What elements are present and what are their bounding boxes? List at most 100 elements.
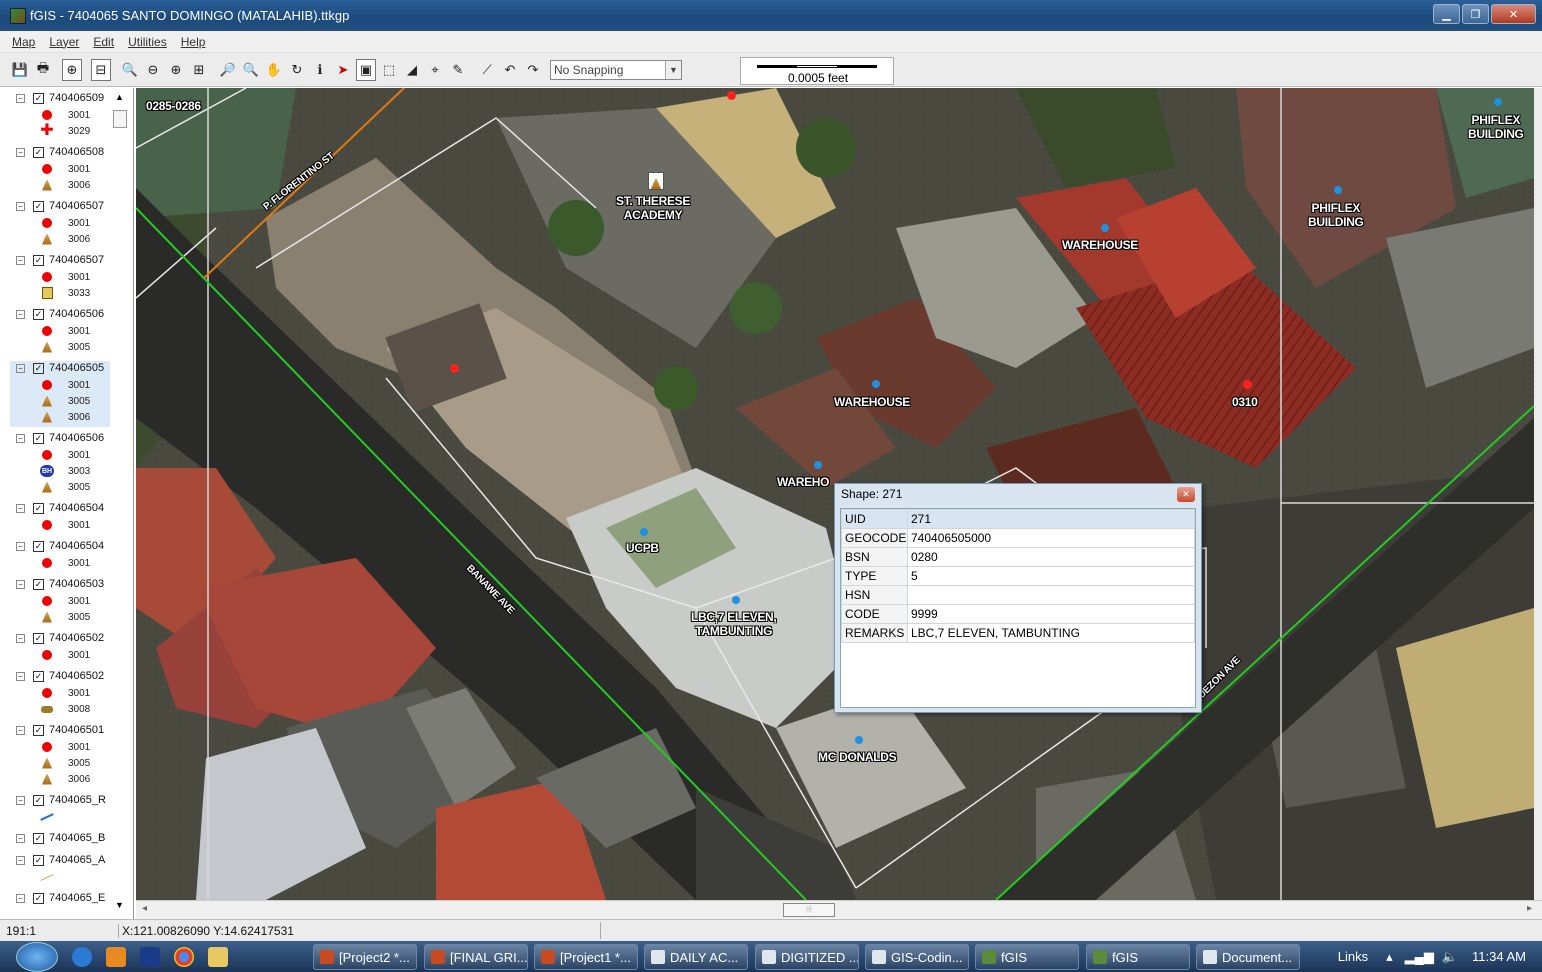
layer-visibility-checkbox[interactable]: ✓ bbox=[33, 146, 44, 158]
taskbar-button[interactable]: [Project1 *... bbox=[534, 944, 638, 970]
close-button[interactable]: ✕ bbox=[1491, 4, 1536, 24]
building-point[interactable] bbox=[814, 461, 822, 469]
scroll-left-icon[interactable]: ◂ bbox=[142, 903, 147, 914]
building-point[interactable] bbox=[1334, 186, 1342, 194]
collapse-icon[interactable]: − bbox=[16, 579, 25, 589]
attribute-row[interactable]: HSN bbox=[841, 585, 1195, 605]
erase-icon[interactable]: ◢ bbox=[402, 59, 422, 81]
chevron-up-icon[interactable]: ▴ bbox=[1386, 949, 1393, 965]
start-button[interactable] bbox=[16, 941, 58, 972]
layer-visibility-checkbox[interactable]: ✓ bbox=[33, 670, 44, 682]
collapse-icon[interactable]: − bbox=[16, 795, 25, 805]
collapse-icon[interactable]: − bbox=[16, 833, 25, 843]
layer-visibility-checkbox[interactable]: ✓ bbox=[33, 578, 44, 590]
chevron-down-icon[interactable]: ▼ bbox=[665, 60, 681, 79]
legend-layer[interactable]: − ✓ 740406505 bbox=[16, 362, 104, 374]
edit-vertex-icon[interactable]: ⌖ bbox=[425, 59, 445, 81]
zoom-tool-icon[interactable]: 🔎 bbox=[218, 59, 238, 81]
taskbar-button[interactable]: fGIS bbox=[1086, 944, 1190, 970]
legend-layer[interactable]: − ✓ 7404065_A bbox=[16, 854, 105, 866]
undo-icon[interactable]: ↶ bbox=[500, 59, 520, 81]
collapse-icon[interactable]: − bbox=[16, 541, 25, 551]
parcel-point[interactable] bbox=[1243, 380, 1252, 389]
legend-layer[interactable]: − ✓ 7404065_B bbox=[16, 832, 105, 844]
ie-icon[interactable] bbox=[72, 946, 92, 967]
legend-layer[interactable]: − ✓ 740406507 bbox=[16, 200, 104, 212]
identify-icon[interactable]: ℹ bbox=[310, 59, 330, 81]
pan-hand-icon[interactable]: ✋ bbox=[264, 59, 284, 81]
attribute-value[interactable]: 740406505000 bbox=[907, 528, 1195, 548]
links-toolbar[interactable]: Links bbox=[1338, 949, 1368, 964]
scroll-right-icon[interactable]: ▸ bbox=[1527, 903, 1532, 914]
taskbar-button[interactable]: DAILY AC... bbox=[644, 944, 748, 970]
scroll-thumb[interactable]: ⦙⦙⦙ bbox=[783, 903, 835, 917]
legend-layer[interactable]: − ✓ 7404065_E bbox=[16, 892, 105, 904]
legend-layer[interactable]: − ✓ 740406503 bbox=[16, 578, 104, 590]
layer-visibility-checkbox[interactable]: ✓ bbox=[33, 854, 44, 866]
zoom-window-icon[interactable]: 🔍 bbox=[241, 59, 261, 81]
attribute-row[interactable]: UID 271 bbox=[841, 509, 1195, 529]
zoom-extent-icon[interactable]: ⊞ bbox=[189, 59, 209, 81]
layer-visibility-checkbox[interactable]: ✓ bbox=[33, 632, 44, 644]
remove-layer-icon[interactable]: ⊟ bbox=[91, 58, 111, 81]
minimize-button[interactable]: ▁ bbox=[1433, 4, 1460, 24]
layer-visibility-checkbox[interactable]: ✓ bbox=[33, 254, 44, 266]
measure-icon[interactable]: ⟋ bbox=[477, 59, 497, 81]
collapse-icon[interactable]: − bbox=[16, 893, 25, 903]
popup-close-button[interactable]: ✕ bbox=[1177, 487, 1195, 502]
attribute-value[interactable] bbox=[907, 585, 1195, 605]
save-icon[interactable]: 💾 bbox=[10, 59, 30, 81]
map-horizontal-scrollbar[interactable]: ◂ ⦙⦙⦙ ▸ bbox=[136, 900, 1542, 919]
add-layer-icon[interactable]: ⊕ bbox=[62, 58, 82, 81]
legend-layer[interactable]: − ✓ 740406508 bbox=[16, 146, 104, 158]
collapse-icon[interactable]: − bbox=[16, 855, 25, 865]
collapse-icon[interactable]: − bbox=[16, 147, 25, 157]
legend-layer[interactable]: − ✓ 740406501 bbox=[16, 724, 104, 736]
zoom-in-icon[interactable]: ⊕ bbox=[166, 59, 186, 81]
taskbar-button[interactable]: Document... bbox=[1196, 944, 1300, 970]
legend-layer[interactable]: − ✓ 740406506 bbox=[16, 308, 104, 320]
layer-visibility-checkbox[interactable]: ✓ bbox=[33, 832, 44, 844]
building-point[interactable] bbox=[1494, 98, 1502, 106]
select-arrow-icon[interactable]: ➤ bbox=[333, 59, 353, 81]
legend-layer[interactable]: − ✓ 740406502 bbox=[16, 632, 104, 644]
layer-visibility-checkbox[interactable]: ✓ bbox=[33, 794, 44, 806]
menu-map[interactable]: Map bbox=[12, 35, 35, 49]
attribute-value[interactable]: LBC,7 ELEVEN, TAMBUNTING bbox=[907, 623, 1195, 643]
media-icon[interactable] bbox=[106, 946, 126, 967]
select-box-icon[interactable]: ▣ bbox=[356, 58, 376, 81]
snapping-select[interactable]: No Snapping ▼ bbox=[550, 59, 682, 80]
menu-utilities[interactable]: Utilities bbox=[128, 35, 167, 49]
layer-visibility-checkbox[interactable]: ✓ bbox=[33, 92, 44, 104]
attribute-value[interactable]: 5 bbox=[907, 566, 1195, 586]
collapse-icon[interactable]: − bbox=[16, 503, 25, 513]
legend-scrollbar[interactable]: ▲ ▼ bbox=[113, 92, 127, 910]
building-point[interactable] bbox=[640, 528, 648, 536]
maximize-button[interactable]: ❐ bbox=[1462, 4, 1489, 24]
photoshop-icon[interactable] bbox=[140, 946, 160, 967]
school-icon[interactable] bbox=[648, 172, 664, 190]
legend-layer[interactable]: − ✓ 740406504 bbox=[16, 540, 104, 552]
taskbar-button[interactable]: DIGITIZED ... bbox=[755, 944, 859, 970]
redo-icon[interactable]: ↷ bbox=[523, 59, 543, 81]
building-point[interactable] bbox=[872, 380, 880, 388]
select-rect-icon[interactable]: ⬚ bbox=[379, 59, 399, 81]
taskbar-button[interactable]: [Project2 *... bbox=[313, 944, 417, 970]
collapse-icon[interactable]: − bbox=[16, 725, 25, 735]
collapse-icon[interactable]: − bbox=[16, 633, 25, 643]
collapse-icon[interactable]: − bbox=[16, 201, 25, 211]
network-icon[interactable]: ▂▄▆ bbox=[1405, 949, 1434, 965]
parcel-point[interactable] bbox=[727, 91, 736, 100]
attribute-row[interactable]: CODE 9999 bbox=[841, 604, 1195, 624]
layer-visibility-checkbox[interactable]: ✓ bbox=[33, 432, 44, 444]
attribute-value[interactable]: 9999 bbox=[907, 604, 1195, 624]
scroll-thumb[interactable] bbox=[113, 110, 127, 128]
draw-pencil-icon[interactable]: ✎ bbox=[448, 59, 468, 81]
legend-layer[interactable]: − ✓ 740406506 bbox=[16, 432, 104, 444]
chrome-icon[interactable] bbox=[174, 946, 194, 967]
layer-visibility-checkbox[interactable]: ✓ bbox=[33, 892, 44, 904]
explorer-icon[interactable] bbox=[208, 946, 228, 967]
refresh-icon[interactable]: ↻ bbox=[287, 59, 307, 81]
layer-visibility-checkbox[interactable]: ✓ bbox=[33, 540, 44, 552]
attribute-row[interactable]: REMARKS LBC,7 ELEVEN, TAMBUNTING bbox=[841, 623, 1195, 643]
